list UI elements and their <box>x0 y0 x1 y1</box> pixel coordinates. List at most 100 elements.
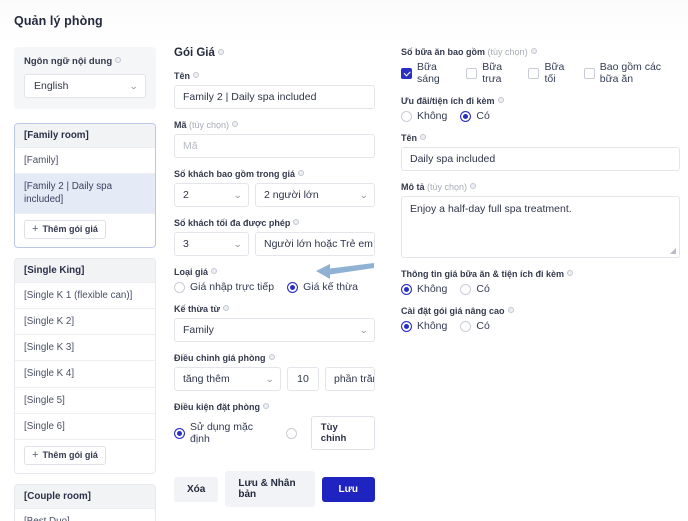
rate-plan-item[interactable]: [Best Duo] <box>15 507 155 521</box>
rate-plan-item[interactable]: [Single K 1 (flexible can)] <box>15 281 155 308</box>
radio-indicator[interactable] <box>401 110 412 122</box>
save-duplicate-button[interactable]: Lưu & Nhân bản <box>225 471 315 507</box>
radio-indicator[interactable] <box>401 320 412 332</box>
checkbox-option[interactable]: Bữa sáng <box>401 61 453 85</box>
radio-indicator[interactable] <box>174 427 185 439</box>
adjust-label: Điều chỉnh giá phòng <box>174 353 375 363</box>
radio-label: Giá nhập trực tiếp <box>190 281 275 293</box>
radio-option[interactable]: Không <box>401 320 447 332</box>
resize-grip-icon[interactable]: ◢ <box>670 246 676 255</box>
radio-option[interactable]: Có <box>460 283 490 295</box>
rate-plan-group-header[interactable]: [Single King] <box>15 258 155 282</box>
checkbox-option[interactable]: Bữa trưa <box>466 61 515 85</box>
radio-indicator[interactable] <box>287 281 299 293</box>
adjust-direction-value: tăng thêm <box>183 373 230 385</box>
language-select[interactable]: English ⌄ <box>24 74 146 98</box>
rate-plan-item[interactable]: [Single 5] <box>15 386 155 413</box>
field-name-label-text: Tên <box>174 71 191 81</box>
meals-label-text: Số bữa ăn bao gồm <box>401 47 486 57</box>
perks-label-text: Ưu đãi/tiện ích đi kèm <box>401 96 495 106</box>
adjust-unit-select[interactable]: phần trăm ⌄ <box>325 367 375 391</box>
inherit-from-value: Family <box>183 324 214 336</box>
field-perk-name: Tên Daily spa included <box>401 133 680 171</box>
booking-conditions-label: Điều kiện đặt phòng <box>174 402 375 412</box>
checkbox-indicator[interactable] <box>466 67 478 79</box>
add-rate-plan-label: Thêm gói giá <box>42 450 98 461</box>
radio-option[interactable]: Không <box>401 283 447 295</box>
section-title-text: Gói Giá <box>174 47 215 59</box>
radio-indicator[interactable] <box>460 320 472 332</box>
add-rate-plan-label: Thêm gói giá <box>42 224 98 235</box>
rate-plan-item[interactable]: [Family 2 | Daily spa included] <box>15 173 155 213</box>
checkbox-indicator[interactable] <box>528 67 540 79</box>
field-adjust: Điều chỉnh giá phòng tăng thêm ⌄ 10 phần… <box>174 353 375 391</box>
radio-option[interactable]: Giá nhập trực tiếp <box>174 281 274 293</box>
checkbox-option[interactable]: Bao gồm các bữa ăn <box>583 61 680 85</box>
chevron-down-icon: ⌄ <box>265 373 275 384</box>
customize-button[interactable]: Tùy chỉnh <box>310 416 375 450</box>
guests-max-count-select[interactable]: 3 ⌄ <box>174 232 249 256</box>
meal-price-info-label: Thông tin giá bữa ăn & tiện ích đi kèm <box>401 269 680 279</box>
checkbox-indicator[interactable] <box>401 67 412 79</box>
guests-included-label: Số khách bao gồm trong giá <box>174 169 375 179</box>
main-form: Gói Giá Tên Family 2 | Daily spa include… <box>168 42 688 521</box>
sidebar: Ngôn ngữ nội dung English ⌄ [Family room… <box>0 42 168 521</box>
chevron-down-icon: ⌄ <box>359 189 369 200</box>
add-rate-plan-wrapper: + Thêm gói giá <box>15 438 155 473</box>
radio-option[interactable]: Có <box>460 110 490 122</box>
save-button[interactable]: Lưu <box>321 476 375 502</box>
chevron-down-icon: ⌄ <box>233 238 243 249</box>
adjust-direction-select[interactable]: tăng thêm ⌄ <box>174 367 281 391</box>
field-guests-max: Số khách tối đa được phép 3 ⌄ Người lớn … <box>174 218 375 256</box>
rate-plan-item[interactable]: [Single K 3] <box>15 334 155 360</box>
info-icon <box>293 219 300 225</box>
rate-plan-item[interactable]: [Single K 2] <box>15 307 155 334</box>
radio-option[interactable]: Có <box>460 320 490 332</box>
content-columns: Ngôn ngữ nội dung English ⌄ [Family room… <box>0 42 688 521</box>
radio-indicator[interactable] <box>460 283 472 295</box>
guests-included-count-select[interactable]: 2 ⌄ <box>174 183 249 207</box>
radio-option[interactable]: Không <box>401 110 447 122</box>
rate-plan-item[interactable]: [Family] <box>15 147 155 173</box>
add-rate-plan-wrapper: + Thêm gói giá <box>15 212 155 247</box>
field-name: Tên Family 2 | Daily spa included <box>174 71 375 109</box>
rate-plan-group: [Couple room][Best Duo][Dynamic Duo] <box>14 483 156 521</box>
add-rate-plan-button[interactable]: + Thêm gói giá <box>24 445 106 465</box>
info-icon <box>232 121 239 127</box>
rate-plan-group-header[interactable]: [Couple room] <box>15 484 155 508</box>
meals-checkbox-group: Bữa sáng Bữa trưa Bữa tối Bao gồm các bữa ă… <box>401 61 680 85</box>
perk-name-label-text: Tên <box>401 133 418 143</box>
top-bar: Quản lý phòng <box>0 0 688 42</box>
inherit-from-select[interactable]: Family ⌄ <box>174 318 375 342</box>
info-icon <box>470 183 477 189</box>
name-input[interactable]: Family 2 | Daily spa included <box>174 85 375 109</box>
rate-plan-item[interactable]: [Single 6] <box>15 412 155 439</box>
radio-label: Có <box>476 283 490 295</box>
radio-indicator[interactable] <box>174 281 185 293</box>
radio-option[interactable]: Giá kế thừa <box>287 281 358 293</box>
guests-max-type-select[interactable]: Người lớn hoặc Trẻ em ở ⌄ <box>255 232 375 256</box>
adjust-amount-input[interactable]: 10 <box>287 367 319 391</box>
radio-option[interactable] <box>285 427 302 439</box>
radio-indicator[interactable] <box>401 283 412 295</box>
code-input[interactable]: Mã <box>174 134 375 158</box>
perk-desc-textarea[interactable]: Enjoy a half-day full spa treatment. ◢ <box>401 196 680 258</box>
radio-label: Có <box>476 110 490 122</box>
rate-plan-item[interactable]: [Single K 4] <box>15 360 155 386</box>
checkbox-label: Bao gồm các bữa ăn <box>599 61 662 85</box>
info-icon <box>263 403 270 409</box>
checkbox-option[interactable]: Bữa tối <box>528 61 570 85</box>
add-rate-plan-button[interactable]: + Thêm gói giá <box>24 219 106 239</box>
checkbox-indicator[interactable] <box>583 67 595 79</box>
delete-button[interactable]: Xóa <box>174 476 219 502</box>
guests-included-type-value: 2 người lớn <box>264 189 319 201</box>
guests-included-type-select[interactable]: 2 người lớn ⌄ <box>255 183 375 207</box>
radio-indicator[interactable] <box>285 427 297 439</box>
plus-icon: + <box>32 448 39 461</box>
info-icon <box>530 48 537 54</box>
rate-plan-group-header[interactable]: [Family room] <box>15 124 155 147</box>
radio-option[interactable]: Sử dụng mặc định <box>174 421 273 445</box>
adjust-unit-value: phần trăm <box>334 373 374 385</box>
perk-name-input[interactable]: Daily spa included <box>401 147 680 171</box>
radio-indicator[interactable] <box>460 110 472 122</box>
